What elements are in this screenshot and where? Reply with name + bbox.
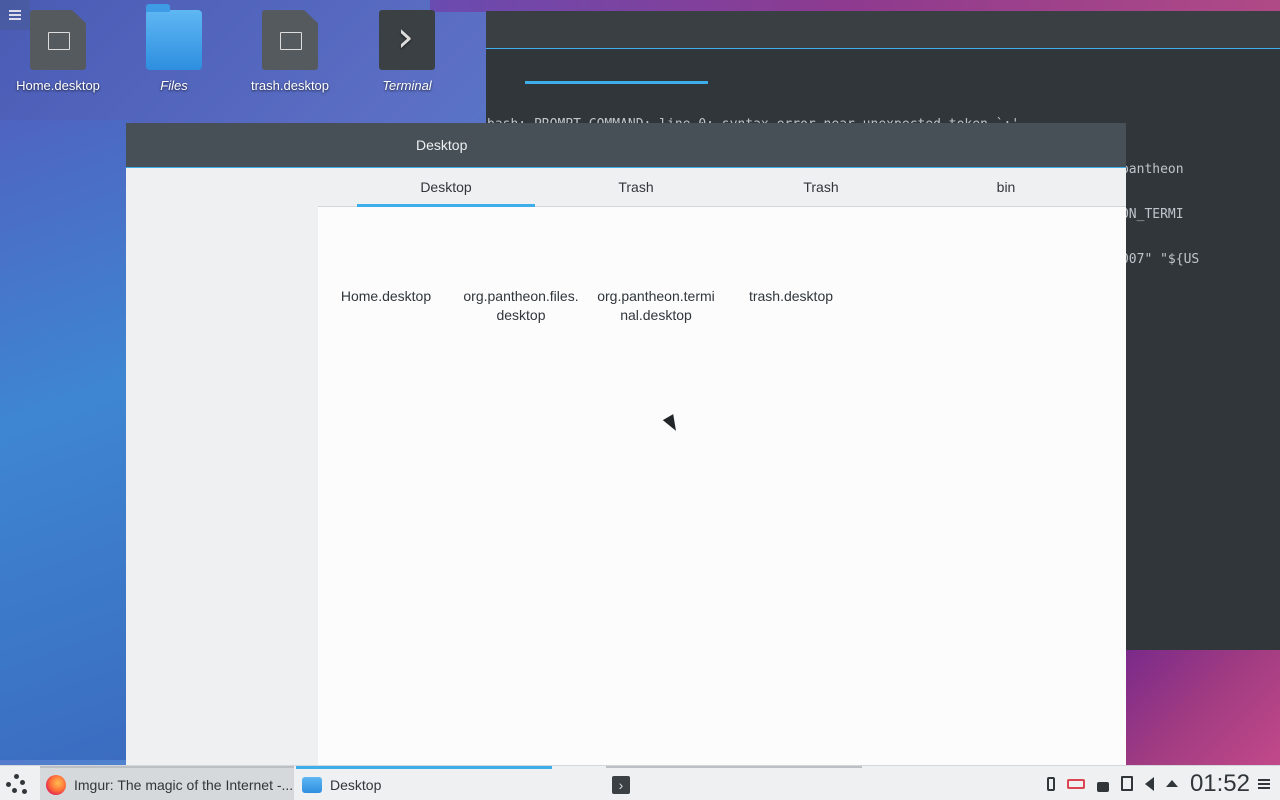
desktop-icon-terminal[interactable]: Terminal	[352, 10, 462, 93]
file-manager-titlebar[interactable]: Desktop	[126, 123, 1126, 168]
terminal-titlebar[interactable]	[486, 11, 1280, 49]
terminal-icon: ›	[612, 775, 630, 794]
task-desktop[interactable]: Desktop	[296, 766, 552, 800]
wallpaper-facet	[1126, 650, 1280, 765]
volume-muted-icon[interactable]	[1144, 776, 1154, 791]
file-manager-sidebar[interactable]	[126, 169, 318, 765]
file-item[interactable]: org.pantheon.terminal.desktop	[596, 287, 716, 325]
usb-icon[interactable]	[1046, 776, 1055, 791]
desktop-icon-label: Files	[160, 78, 188, 93]
terminal-tab-bar[interactable]	[486, 49, 1280, 87]
file-manager-view[interactable]: Desktop Trash Trash bin Home.desktop org…	[318, 169, 1126, 765]
task-label: Desktop	[330, 777, 382, 793]
battery-icon[interactable]	[1066, 778, 1085, 789]
desktop-icon-home[interactable]: Home.desktop	[3, 10, 113, 93]
tab-trash-2[interactable]: Trash	[732, 169, 910, 207]
clipboard-icon[interactable]	[1120, 776, 1133, 791]
folder-icon	[302, 777, 322, 793]
panel-menu-icon[interactable]	[1258, 782, 1270, 785]
clock[interactable]: 01:52	[1190, 770, 1250, 798]
terminal-icon	[379, 10, 435, 70]
desktop-icon-files[interactable]: Files	[119, 4, 229, 93]
task-terminal[interactable]: ›	[606, 766, 862, 800]
desktop-file-icon	[30, 10, 86, 70]
expand-tray-icon[interactable]	[1165, 780, 1178, 787]
file-item[interactable]: trash.desktop	[731, 287, 851, 306]
desktop-icon-label: Home.desktop	[16, 78, 100, 93]
task-firefox[interactable]: Imgur: The magic of the Internet -...	[40, 766, 294, 800]
tab-bin[interactable]: bin	[917, 169, 1095, 207]
file-item[interactable]: org.pantheon.files.desktop	[461, 287, 581, 325]
task-label: Imgur: The magic of the Internet -...	[74, 776, 294, 793]
lock-icon[interactable]	[1096, 781, 1109, 792]
desktop-icon-label: Terminal	[382, 78, 432, 93]
wallpaper-facet	[0, 120, 130, 760]
file-item[interactable]: Home.desktop	[326, 287, 446, 306]
terminal-tab-active-indicator[interactable]	[525, 81, 708, 84]
tab-bar: Desktop Trash Trash bin	[318, 169, 1126, 207]
desktop-file-icon	[262, 10, 318, 70]
app-launcher-icon[interactable]	[6, 774, 28, 794]
desktop-icon-trash[interactable]: trash.desktop	[235, 10, 345, 93]
window-title: Desktop	[416, 137, 468, 153]
taskbar: Imgur: The magic of the Internet -... De…	[0, 765, 1280, 800]
system-tray: 01:52	[1041, 766, 1280, 800]
desktop-icon-label: trash.desktop	[250, 78, 330, 93]
firefox-icon	[46, 774, 66, 795]
file-manager-window[interactable]: Desktop Desktop Trash Trash bin Home.des…	[126, 123, 1126, 765]
folder-icon	[146, 4, 202, 70]
tab-desktop[interactable]: Desktop	[357, 169, 535, 207]
tab-trash[interactable]: Trash	[547, 169, 725, 207]
